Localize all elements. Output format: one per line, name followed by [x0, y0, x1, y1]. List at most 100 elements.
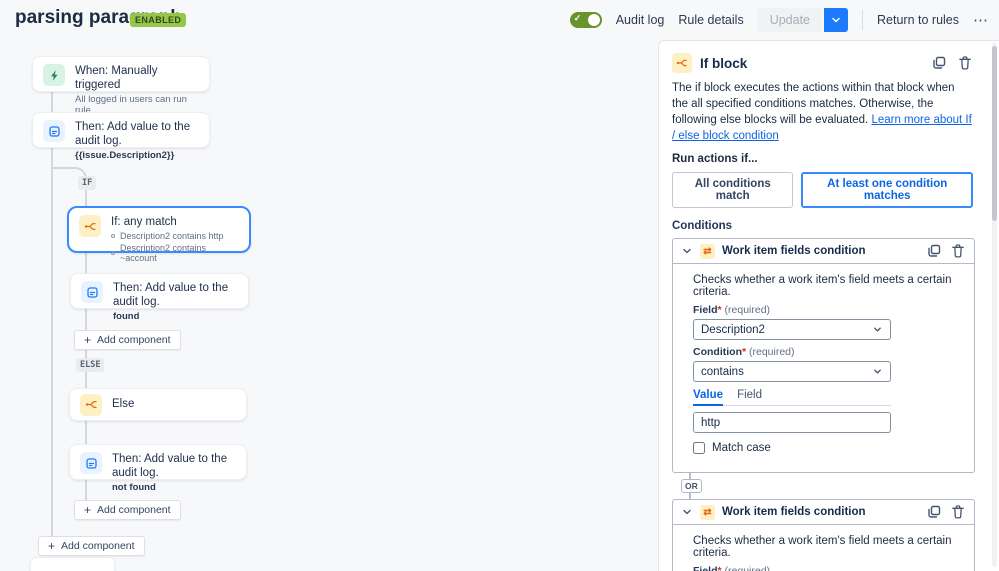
field-label: Field* (required) [693, 304, 958, 316]
audit-found-node[interactable]: Then: Add value to the audit log. found [70, 273, 249, 322]
delete-icon[interactable] [950, 243, 966, 259]
chevron-down-icon [874, 327, 881, 332]
add-component-label: Add component [61, 540, 135, 552]
node-title: Then: Add value to the audit log. [113, 282, 229, 309]
value-field-tabs: Value Field [693, 389, 891, 407]
chevron-down-icon [874, 369, 881, 374]
panel-description: The if block executes the actions within… [672, 80, 973, 144]
if-node-condition: Description2 contains http [111, 231, 239, 241]
condition-card-header[interactable]: ⇄ Work item fields condition [673, 500, 974, 526]
plus-icon: + [84, 503, 92, 517]
more-menu-icon[interactable]: ⋯ [973, 11, 989, 29]
conditions-label: Conditions [672, 220, 733, 233]
duplicate-icon[interactable] [926, 243, 942, 259]
plus-icon: + [48, 539, 56, 553]
audit-log-action-icon [43, 120, 65, 142]
bullet-icon [111, 234, 115, 239]
add-component-label: Add component [97, 334, 171, 346]
tab-value[interactable]: Value [693, 389, 724, 407]
field-select-value: Description2 [701, 323, 765, 336]
match-mode-buttons: All conditions match At least one condit… [672, 172, 973, 209]
condition-card-body: Checks whether a work item's field meets… [673, 525, 974, 571]
node-title: If: any match [111, 216, 177, 228]
match-case-checkbox[interactable] [693, 442, 705, 455]
required-asterisk: * [741, 346, 747, 359]
branch-icon [672, 53, 692, 73]
node-title: Then: Add value to the audit log. [112, 453, 228, 480]
audit-not-found-node[interactable]: Then: Add value to the audit log. not fo… [69, 444, 247, 493]
panel-title: If block [700, 55, 748, 71]
audit-log-action-icon [80, 452, 102, 474]
add-component-button[interactable]: + Add component [74, 500, 181, 520]
manual-trigger-icon [43, 64, 65, 86]
condition-description: Checks whether a work item's field meets… [693, 274, 952, 299]
required-asterisk: * [718, 565, 722, 571]
label-text: Field [693, 304, 718, 317]
card-actions [926, 243, 966, 259]
update-dropdown-button[interactable] [824, 8, 849, 32]
add-component-button[interactable]: + Add component [74, 330, 181, 350]
else-node[interactable]: Else [69, 388, 247, 421]
audit-log-action-node[interactable]: Then: Add value to the audit log. {{issu… [32, 112, 210, 161]
value-input[interactable] [693, 412, 891, 434]
if-branch-badge: IF [78, 176, 97, 190]
not-found-node-text: Then: Add value to the audit log. not fo… [112, 452, 236, 493]
condition-card-title: Work item fields condition [722, 506, 866, 519]
node-title: When: Manually triggered [75, 65, 158, 92]
delete-icon[interactable] [957, 55, 973, 71]
audit-log-action-icon [81, 281, 103, 303]
required-suffix: (required) [724, 304, 771, 317]
tab-field[interactable]: Field [737, 389, 762, 405]
condition-card-header[interactable]: ⇄ Work item fields condition [673, 239, 974, 265]
label-text: Field [693, 565, 718, 571]
trigger-node-text: When: Manually triggered All logged in u… [75, 64, 199, 116]
update-button[interactable]: Update [757, 8, 823, 32]
chevron-down-icon[interactable] [681, 506, 693, 518]
topbar-actions: ✓ Audit log Rule details Update Return t… [569, 8, 989, 32]
condition-card: ⇄ Work item fields condition Checks whet… [672, 238, 975, 474]
required-asterisk: * [717, 304, 722, 317]
update-split-button: Update [757, 8, 849, 32]
trigger-node[interactable]: When: Manually triggered All logged in u… [32, 56, 210, 116]
field-select[interactable]: Description2 [693, 319, 891, 341]
node-subtitle: {{issue.Description2}} [75, 149, 175, 161]
condition-summary: Description2 contains http [120, 231, 224, 242]
match-case-row: Match case [693, 442, 958, 455]
field-label: Field* (required) [693, 565, 958, 571]
condition-summary: Description2 contains ~account [120, 243, 207, 264]
audit-log-link[interactable]: Audit log [616, 13, 665, 27]
return-to-rules-link[interactable]: Return to rules [877, 13, 959, 27]
enabled-badge: ENABLED [130, 13, 187, 27]
condition-card: ⇄ Work item fields condition Checks whet… [672, 499, 975, 571]
swap-icon: ⇄ [700, 504, 715, 520]
chevron-down-icon [832, 17, 840, 23]
condition-card-title: Work item fields condition [722, 245, 866, 258]
node-title: Then: Add value to the audit log. [75, 121, 191, 148]
plus-icon: + [84, 333, 92, 347]
node-subtitle: found [113, 310, 140, 322]
any-condition-matches-button[interactable]: At least one condition matches [801, 172, 973, 209]
card-actions [926, 504, 966, 520]
condition-card-body: Checks whether a work item's field meets… [673, 264, 974, 472]
rule-enabled-toggle[interactable]: ✓ [569, 12, 602, 28]
condition-label: Condition* (required) [693, 346, 958, 358]
add-component-button[interactable]: + Add component [38, 536, 145, 556]
if-condition-node[interactable]: If: any match Description2 contains http… [67, 206, 251, 263]
chevron-down-icon[interactable] [681, 245, 693, 257]
condition-description: Checks whether a work item's field meets… [693, 535, 952, 560]
panel-scrollbar-thumb[interactable] [992, 46, 997, 221]
match-case-label: Match case [712, 442, 771, 455]
duplicate-icon[interactable] [926, 504, 942, 520]
if-node-text: If: any match Description2 contains http… [111, 215, 239, 263]
condition-select[interactable]: contains [693, 361, 891, 383]
or-badge: OR [681, 479, 702, 494]
all-conditions-match-button[interactable]: All conditions match [672, 172, 794, 209]
bullet-icon [111, 251, 115, 256]
node-subtitle: not found [112, 481, 156, 493]
canvas-toolbar[interactable] [30, 557, 115, 571]
delete-icon[interactable] [950, 504, 966, 520]
check-icon: ✓ [573, 13, 582, 23]
rule-details-link[interactable]: Rule details [678, 13, 743, 27]
run-actions-label: Run actions if... [672, 153, 758, 166]
duplicate-icon[interactable] [931, 55, 947, 71]
